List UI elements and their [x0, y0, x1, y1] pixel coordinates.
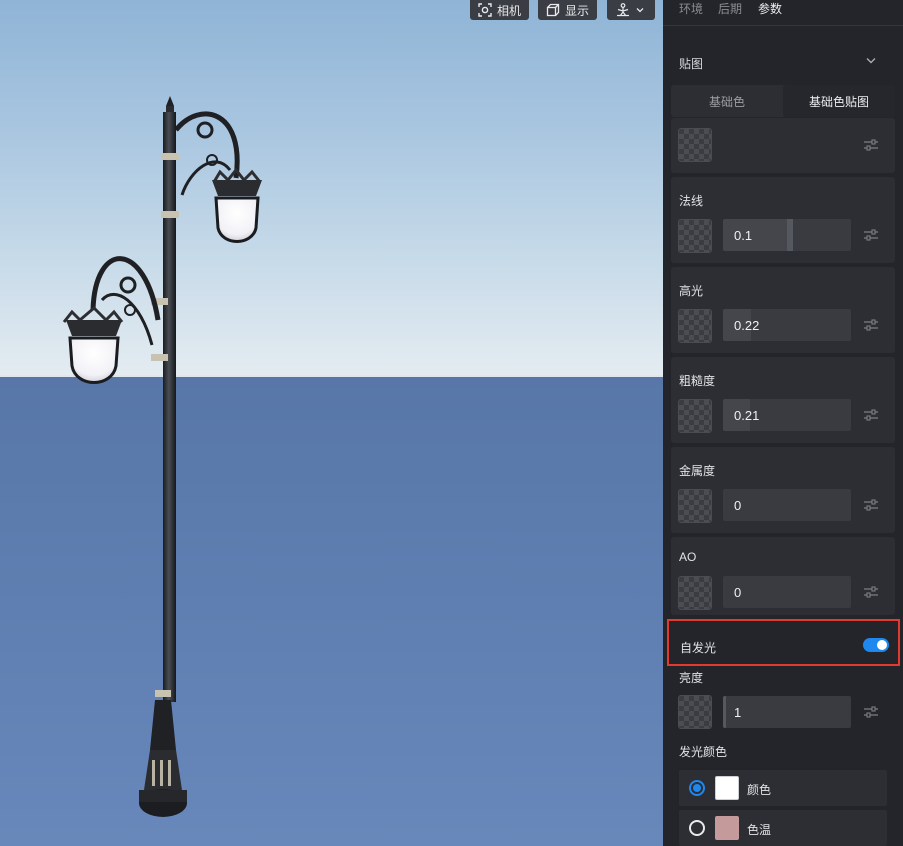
- display-button[interactable]: 显示: [538, 0, 598, 20]
- camera-frame-icon: [478, 3, 492, 17]
- brightness-map-thumbnail[interactable]: [678, 695, 712, 729]
- specular-value: 0.22: [734, 318, 760, 333]
- base-color-segmented-control: 基础色 基础色贴图: [671, 85, 895, 117]
- color-temperature-option[interactable]: 色温: [679, 810, 887, 846]
- roughness-value: 0.21: [734, 408, 760, 423]
- segment-base-color-map[interactable]: 基础色贴图: [783, 85, 895, 117]
- normal-value: 0.1: [734, 228, 753, 243]
- metalness-card: 金属度 0: [671, 447, 895, 533]
- adjust-sliders-icon[interactable]: [863, 585, 879, 599]
- tab-post-processing[interactable]: 后期: [718, 0, 742, 17]
- color-temperature-label: 色温: [747, 823, 772, 837]
- ao-label: AO: [679, 550, 697, 564]
- roughness-label: 粗糙度: [679, 374, 716, 388]
- ao-map-thumbnail[interactable]: [678, 576, 712, 610]
- person-pose-icon: [617, 3, 629, 17]
- emissive-label: 自发光: [680, 641, 717, 655]
- ao-card: AO 0: [671, 537, 895, 615]
- brightness-value: 1: [734, 705, 742, 720]
- camera-label: 相机: [497, 3, 522, 18]
- roughness-map-thumbnail[interactable]: [678, 399, 712, 433]
- emissive-toggle[interactable]: [863, 638, 889, 652]
- normal-label: 法线: [679, 194, 704, 208]
- metalness-value-input[interactable]: 0: [723, 489, 851, 521]
- metalness-label: 金属度: [679, 464, 716, 478]
- metalness-map-thumbnail[interactable]: [678, 489, 712, 523]
- adjust-sliders-icon[interactable]: [863, 408, 879, 422]
- properties-panel: 环境 后期 参数 贴图 基础色 基础色贴图 法线 0.1 高光 0.22 粗糙度…: [663, 0, 903, 846]
- collapse-chevron-icon[interactable]: [866, 57, 876, 64]
- specular-card: 高光 0.22: [671, 267, 895, 353]
- adjust-sliders-icon[interactable]: [863, 318, 879, 332]
- roughness-value-input[interactable]: 0.21: [723, 399, 851, 431]
- texture-section-title[interactable]: 贴图: [679, 55, 703, 72]
- camera-button[interactable]: 相机: [470, 0, 530, 20]
- brightness-label: 亮度: [679, 671, 704, 685]
- base-color-map-card: [671, 118, 895, 173]
- emissive-row: 自发光: [667, 619, 900, 666]
- normal-map-thumbnail[interactable]: [678, 219, 712, 253]
- panel-tabs: 环境 后期 参数: [663, 0, 903, 26]
- color-temperature-radio[interactable]: [689, 820, 705, 836]
- brightness-value-input[interactable]: 1: [723, 696, 851, 728]
- specular-map-thumbnail[interactable]: [678, 309, 712, 343]
- specular-label: 高光: [679, 284, 704, 298]
- texture-thumbnail[interactable]: [678, 128, 712, 162]
- ao-value-input[interactable]: 0: [723, 576, 851, 608]
- tab-parameters[interactable]: 参数: [758, 0, 782, 17]
- color-option-label: 颜色: [747, 783, 772, 797]
- color-radio[interactable]: [689, 780, 705, 796]
- adjust-sliders-icon[interactable]: [863, 705, 879, 719]
- emission-color-label: 发光颜色: [679, 745, 728, 759]
- specular-value-input[interactable]: 0.22: [723, 309, 851, 341]
- normal-value-input[interactable]: 0.1: [723, 219, 851, 251]
- tab-environment[interactable]: 环境: [679, 0, 703, 17]
- color-swatch[interactable]: [715, 776, 739, 800]
- segment-base-color[interactable]: 基础色: [671, 85, 783, 117]
- adjust-sliders-icon[interactable]: [863, 228, 879, 242]
- street-lamp-model[interactable]: [0, 0, 663, 846]
- view-mode-dropdown[interactable]: [607, 0, 655, 20]
- emission-color-option[interactable]: 颜色: [679, 770, 887, 806]
- adjust-sliders-icon[interactable]: [863, 138, 879, 152]
- color-temperature-swatch[interactable]: [715, 816, 739, 840]
- roughness-card: 粗糙度 0.21: [671, 357, 895, 443]
- normal-card: 法线 0.1: [671, 177, 895, 263]
- display-cube-icon: [546, 3, 560, 17]
- ao-value: 0: [734, 585, 742, 600]
- adjust-sliders-icon[interactable]: [863, 498, 879, 512]
- metalness-value: 0: [734, 498, 742, 513]
- 3d-viewport[interactable]: 相机 显示: [0, 0, 663, 846]
- display-label: 显示: [565, 3, 590, 18]
- chevron-down-icon: [636, 8, 644, 13]
